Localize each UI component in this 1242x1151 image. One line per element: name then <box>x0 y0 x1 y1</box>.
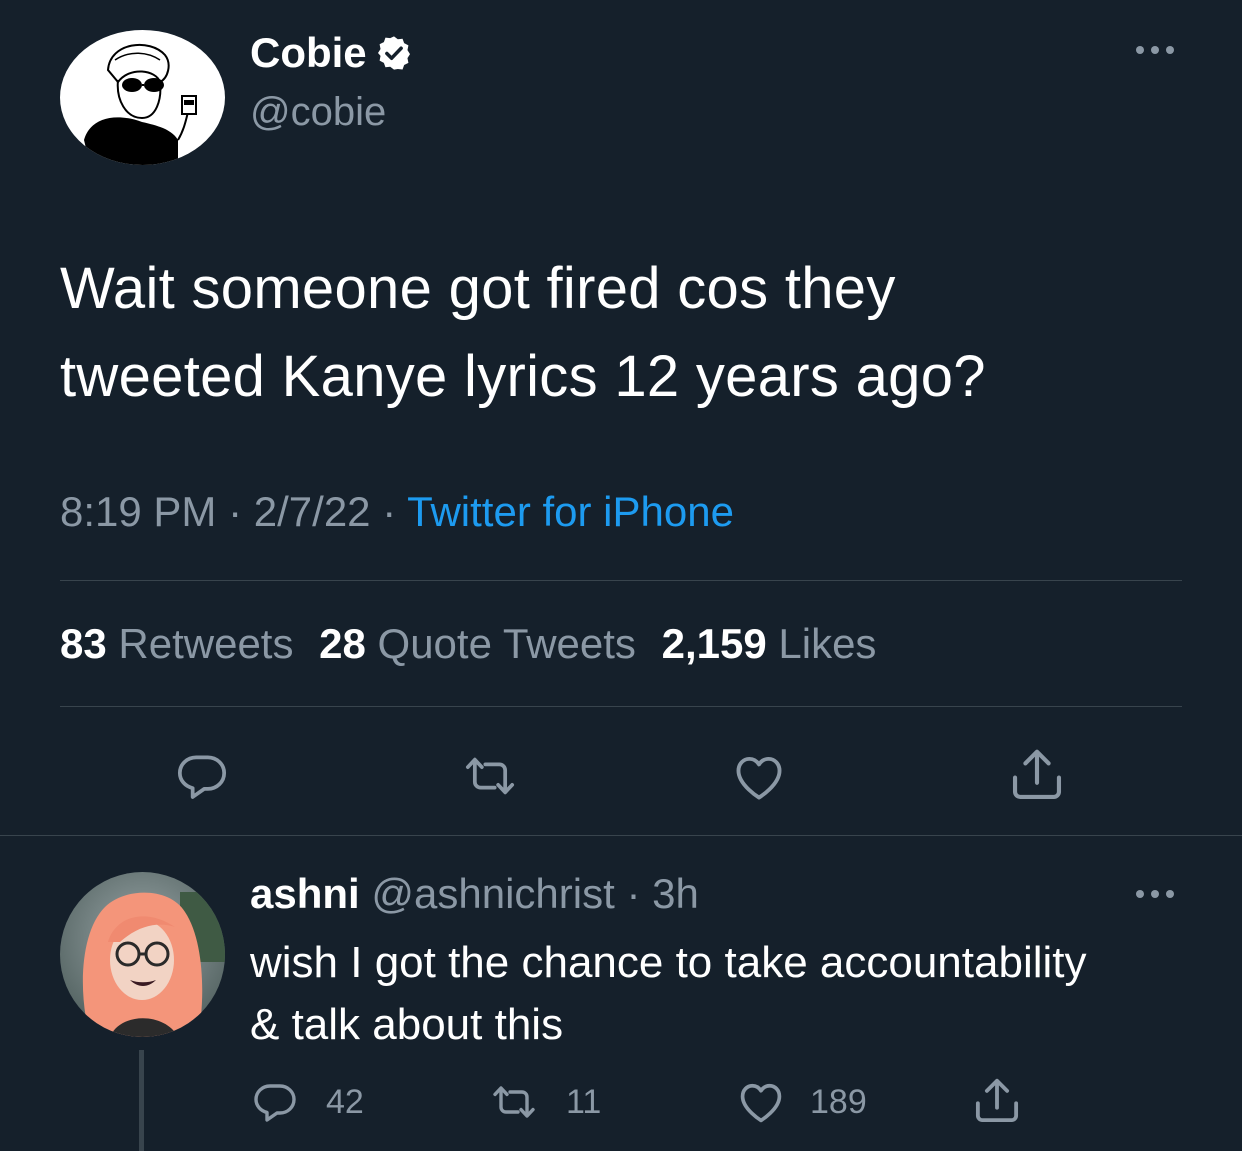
reply-more-options-icon[interactable] <box>1132 884 1178 904</box>
meta-separator: · <box>382 488 397 535</box>
reply-text: wish I got the chance to take accountabi… <box>250 932 1087 1056</box>
share-icon[interactable] <box>970 1074 1024 1128</box>
author-handle[interactable]: @cobie <box>250 90 386 135</box>
reply-header: ashni @ashnichrist · 3h <box>250 870 699 918</box>
reply-author-avatar[interactable] <box>60 872 225 1037</box>
reply-icon <box>250 1078 300 1126</box>
more-options-icon[interactable] <box>1132 40 1178 60</box>
thread-connector-line <box>139 1050 144 1151</box>
quote-tweets-count: 28 <box>319 620 366 667</box>
retweet-icon[interactable] <box>460 748 520 804</box>
tweet-text-line: tweeted Kanye lyrics 12 years ago? <box>60 344 986 409</box>
reply-text-line: wish I got the chance to take accountabi… <box>250 938 1087 987</box>
reply-time[interactable]: 3h <box>652 870 699 917</box>
divider <box>60 706 1182 707</box>
like-icon <box>734 1076 788 1128</box>
tweet-stats: 83 Retweets 28 Quote Tweets 2,159 Likes <box>60 620 876 668</box>
retweets-label: Retweets <box>118 620 294 667</box>
photo-avatar-image <box>60 872 225 1037</box>
quote-tweets-stat[interactable]: 28 Quote Tweets <box>319 620 647 667</box>
reply-text-line: & talk about this <box>250 1000 564 1049</box>
tweet-time[interactable]: 8:19 PM <box>60 488 216 535</box>
author-name-row: Cobie <box>250 28 413 78</box>
divider <box>60 580 1182 581</box>
tweet-date[interactable]: 2/7/22 <box>254 488 371 535</box>
retweets-stat[interactable]: 83 Retweets <box>60 620 305 667</box>
likes-stat[interactable]: 2,159 Likes <box>662 620 877 667</box>
meta-separator: · <box>228 488 243 535</box>
author-avatar[interactable] <box>60 30 225 165</box>
tweet-meta: 8:19 PM · 2/7/22 · Twitter for iPhone <box>60 488 734 536</box>
reply-icon[interactable] <box>172 748 232 804</box>
author-name[interactable]: Cobie <box>250 29 367 77</box>
meta-separator: · <box>626 870 641 917</box>
reply-action-like[interactable]: 189 <box>734 1076 867 1128</box>
divider <box>0 835 1242 836</box>
reply-author-handle[interactable]: @ashnichrist <box>371 870 614 917</box>
share-icon[interactable] <box>1006 744 1068 806</box>
likes-label: Likes <box>778 620 877 667</box>
sketch-avatar-image <box>84 43 197 165</box>
tweet-text-line: Wait someone got fired cos they <box>60 256 896 321</box>
reply-action-reply[interactable]: 42 <box>250 1078 364 1126</box>
retweet-icon <box>488 1078 540 1126</box>
verified-badge-icon <box>375 34 413 72</box>
like-icon[interactable] <box>728 748 790 806</box>
tweet-source-link[interactable]: Twitter for iPhone <box>407 488 734 535</box>
likes-count: 2,159 <box>661 620 767 667</box>
retweet-count: 11 <box>566 1082 602 1121</box>
reply-action-retweet[interactable]: 11 <box>488 1078 601 1126</box>
retweets-count: 83 <box>60 620 107 667</box>
quote-tweets-label: Quote Tweets <box>377 620 636 667</box>
reply-count: 42 <box>326 1082 364 1121</box>
tweet-text: Wait someone got fired cos they tweeted … <box>60 245 986 421</box>
reply-author-name[interactable]: ashni <box>250 870 360 917</box>
like-count: 189 <box>810 1082 867 1121</box>
